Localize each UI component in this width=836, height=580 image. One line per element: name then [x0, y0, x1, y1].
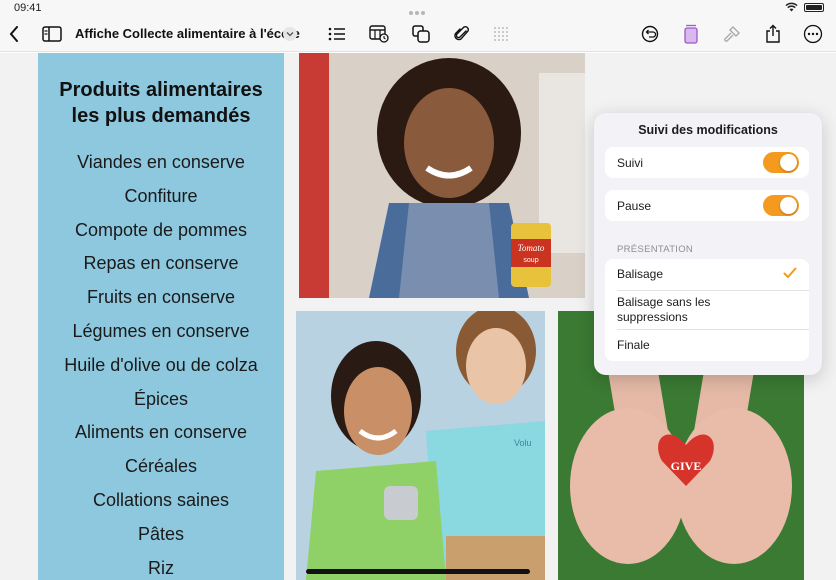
food-list-item: Riz [148, 557, 174, 578]
clock: 09:41 [14, 2, 42, 14]
pause-row[interactable]: Pause [605, 190, 809, 221]
tracking-toggle[interactable] [763, 152, 799, 173]
presentation-options: Balisage Balisage sans les suppressions … [605, 259, 809, 361]
toolbar: Affiche Collecte alimentaire à l'école [0, 16, 836, 52]
food-list-panel[interactable]: Produits alimentaires les plus demandés … [38, 53, 284, 580]
sidebar-icon[interactable] [40, 22, 64, 46]
shapes-icon[interactable] [409, 22, 433, 46]
food-list: Viandes en conserve Confiture Compote de p… [38, 150, 284, 580]
option-label: Finale [617, 338, 650, 352]
multitasking-dots-icon[interactable] [409, 6, 427, 15]
format-brush-icon[interactable] [720, 22, 744, 46]
food-list-item: Pâtes [137, 523, 185, 544]
tracking-label: Suivi [617, 156, 644, 170]
food-list-item: Aliments en conserve [74, 422, 248, 443]
food-list-item: Fruits en conserve [86, 287, 236, 308]
presentation-header: PRÉSENTATION [617, 244, 694, 255]
option-label: Balisage [617, 267, 664, 281]
tracking-row[interactable]: Suivi [605, 147, 809, 178]
list-icon[interactable] [325, 22, 349, 46]
popover-title: Suivi des modifications [638, 123, 778, 137]
can-label-tomato: Tomato [518, 243, 545, 253]
option-label: Balisage sans les suppressions [617, 295, 711, 324]
status-icons [785, 2, 824, 12]
undo-history-icon[interactable] [638, 22, 662, 46]
title-menu-chevron-icon[interactable] [283, 27, 297, 41]
option-final[interactable]: Finale [605, 330, 809, 361]
food-list-item: Viandes en conserve [77, 152, 245, 172]
food-list-item: Collations saines [92, 489, 230, 510]
photo-girl-illustration: Tomato soup [299, 53, 585, 298]
panel-title: Produits alimentaires les plus demandés [59, 79, 263, 127]
back-chevron-icon[interactable] [2, 22, 26, 46]
food-list-item: Épices [133, 388, 189, 409]
heart-text: GIVE [671, 459, 702, 473]
checkmark-icon [783, 267, 797, 278]
status-bar: 09:41 [0, 0, 836, 16]
wifi-icon [785, 2, 798, 12]
more-icon[interactable] [801, 22, 825, 46]
food-list-item: Légumes en conserve [72, 320, 250, 341]
document-canvas[interactable]: Produits alimentaires les plus demandés … [0, 53, 836, 580]
can-label-soup: soup [523, 257, 538, 264]
home-indicator[interactable] [306, 569, 530, 574]
photo-volunteers[interactable]: Volu [296, 311, 545, 580]
pause-toggle[interactable] [763, 195, 799, 216]
paperclip-icon[interactable] [450, 22, 474, 46]
battery-icon [804, 2, 824, 12]
option-markup[interactable]: Balisage [605, 259, 809, 290]
track-changes-popover: Suivi des modifications Suivi Pause PRÉS… [594, 113, 822, 375]
photo-volunteers-illustration: Volu [296, 311, 545, 580]
shirt-text: Volu [514, 438, 532, 448]
share-icon[interactable] [761, 22, 785, 46]
food-list-item: Repas en conserve [83, 253, 239, 274]
food-list-item: Confiture [124, 185, 198, 206]
pause-label: Pause [617, 199, 652, 213]
food-list-item: Céréales [124, 456, 198, 477]
track-changes-icon[interactable] [679, 22, 703, 46]
document-title[interactable]: Affiche Collecte alimentaire à l'école [75, 26, 300, 41]
table-icon[interactable] [367, 22, 391, 46]
option-markup-no-deletions[interactable]: Balisage sans les suppressions [605, 291, 809, 329]
food-list-item: Huile d'olive ou de colza [64, 354, 258, 375]
grid-icon[interactable] [489, 22, 513, 46]
food-list-item: Compote de pommes [74, 219, 248, 240]
photo-girl-with-can[interactable]: Tomato soup [299, 53, 585, 298]
